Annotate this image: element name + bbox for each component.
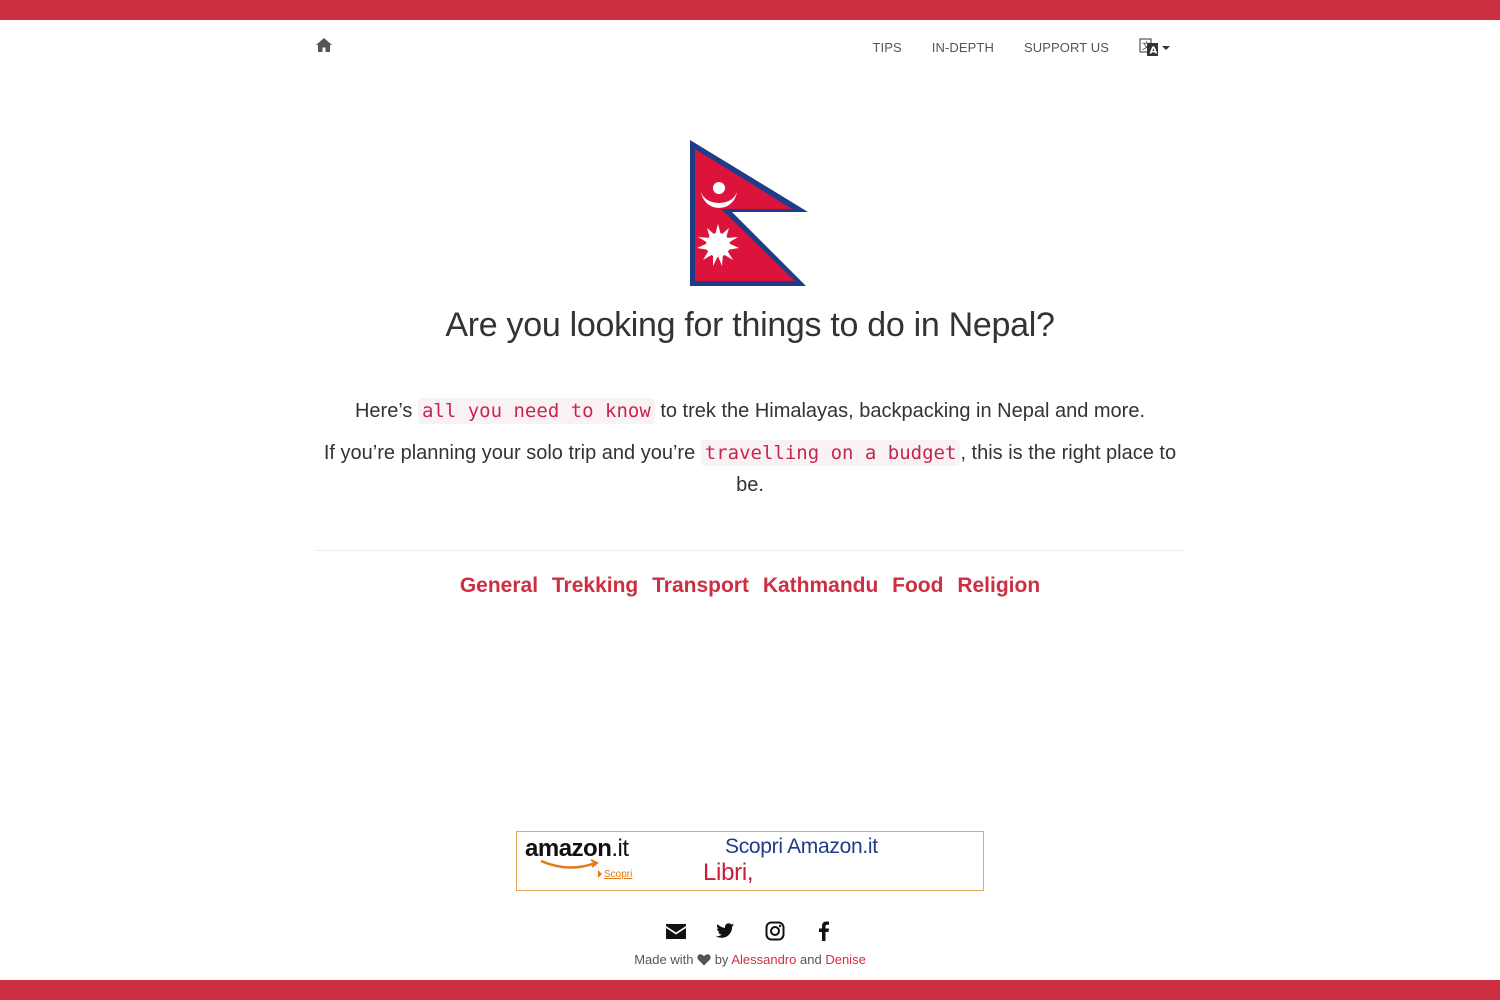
amazon-logo-tld: .it [611, 835, 629, 862]
made-with-label: Made with [634, 952, 694, 967]
highlight-budget: travelling on a budget [700, 440, 961, 466]
ad-headline: Scopri Amazon.it [725, 835, 878, 858]
highlight-all-you-need: all you need to know [417, 398, 655, 424]
nav-tips[interactable]: TIPS [872, 40, 901, 55]
nepal-flag [690, 140, 808, 286]
intro-line-1-end: to trek the Himalayas, backpacking in Ne… [654, 400, 1146, 422]
category-links: General Trekking Transport Kathmandu Foo… [315, 570, 1185, 602]
category-kathmandu[interactable]: Kathmandu [763, 574, 879, 597]
intro-line-2-start: If you’re planning your solo trip and yo… [323, 442, 701, 464]
play-icon [598, 870, 602, 878]
author-denise-link[interactable]: Denise [825, 952, 865, 967]
ad-discover-link[interactable]: Scopri [598, 869, 632, 880]
facebook-link[interactable] [813, 920, 835, 942]
social-links [650, 918, 850, 944]
twitter-icon [716, 923, 735, 938]
and-label: and [800, 952, 822, 967]
category-religion[interactable]: Religion [957, 574, 1040, 597]
intro-line-1: Here’s all you need to know to trek the … [315, 395, 1185, 427]
page-headline: Are you looking for things to do in Nepa… [445, 306, 1055, 344]
instagram-icon [765, 921, 785, 941]
nav-in-depth[interactable]: IN-DEPTH [932, 40, 994, 55]
amazon-smile-icon [540, 859, 599, 869]
top-navbar: TIPS IN-DEPTH SUPPORT US 文 A [315, 20, 1185, 74]
amazon-ad-banner[interactable]: amazon.it Scopri Scopri Amazon.it Libri, [516, 831, 984, 891]
chevron-down-icon [1162, 46, 1170, 50]
language-dropdown[interactable]: 文 A [1139, 37, 1170, 57]
translate-icon: 文 A [1139, 38, 1158, 57]
ad-discover-label: Scopri [604, 869, 633, 880]
category-general[interactable]: General [460, 574, 538, 597]
intro-text: Here’s all you need to know to trek the … [315, 395, 1185, 511]
intro-line-1-start: Here’s [354, 400, 418, 422]
svg-text:A: A [1150, 46, 1158, 57]
facebook-icon [818, 921, 829, 941]
nav-menu: TIPS IN-DEPTH SUPPORT US 文 A [842, 20, 1170, 74]
ad-subline: Libri, [703, 859, 754, 886]
home-icon [316, 38, 332, 52]
home-link[interactable] [315, 37, 333, 53]
twitter-link[interactable] [714, 920, 736, 942]
category-trekking[interactable]: Trekking [552, 574, 638, 597]
email-link[interactable] [665, 920, 687, 942]
bottom-accent-bar [0, 980, 1500, 1000]
heart-icon [697, 954, 711, 966]
author-alessandro-link[interactable]: Alessandro [731, 952, 796, 967]
by-label: by [714, 952, 729, 967]
top-accent-bar [0, 0, 1500, 20]
section-divider [315, 550, 1185, 551]
instagram-link[interactable] [764, 920, 786, 942]
footer-credits: Made with by Alessandro and Denise [315, 951, 1185, 969]
category-food[interactable]: Food [892, 574, 943, 597]
category-transport[interactable]: Transport [652, 574, 749, 597]
amazon-logo-main: amazon [525, 835, 612, 862]
nav-support-us[interactable]: SUPPORT US [1024, 40, 1109, 55]
intro-line-2: If you’re planning your solo trip and yo… [315, 437, 1185, 501]
envelope-icon [666, 924, 686, 939]
